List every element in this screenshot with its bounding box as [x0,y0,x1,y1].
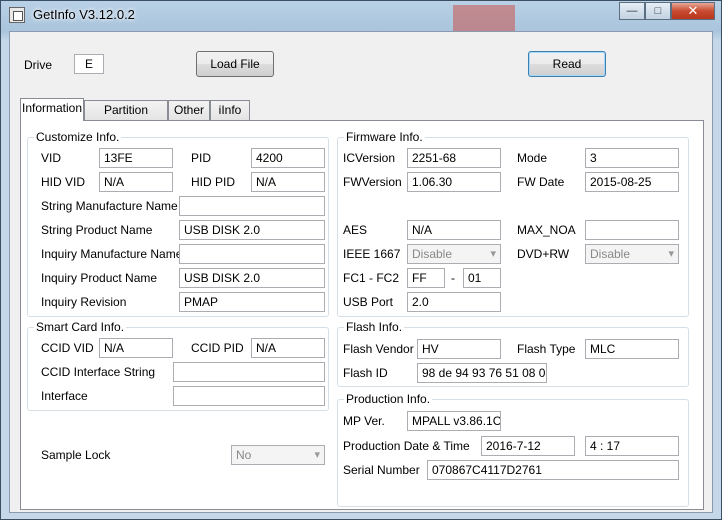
tab-partition-setting[interactable]: Partition setting [84,100,168,135]
string-product-field[interactable]: USB DISK 2.0 [179,220,325,240]
hid-vid-field[interactable]: N/A [99,172,173,192]
load-file-button[interactable]: Load File [196,51,274,77]
ccid-pid-field[interactable]: N/A [251,338,325,358]
string-manufacture-label: String Manufacture Name [41,199,178,213]
dvd-rw-label: DVD+RW [517,247,570,261]
ccid-interface-string-label: CCID Interface String [41,365,156,379]
firmware-info-title: Firmware Info. [344,130,425,144]
tab-information[interactable]: Information [20,98,84,121]
interface-label: Interface [41,389,88,403]
drive-field[interactable]: E [74,54,104,74]
mp-ver-label: MP Ver. [343,414,385,428]
pid-field[interactable]: 4200 [251,148,325,168]
hid-vid-label: HID VID [41,175,86,189]
string-product-label: String Product Name [41,223,153,237]
icversion-field[interactable]: 2251-68 [407,148,501,168]
inquiry-revision-label: Inquiry Revision [41,295,127,309]
ieee-1667-select[interactable]: Disable [407,244,501,264]
string-manufacture-field[interactable] [179,196,325,216]
mode-label: Mode [517,151,548,165]
window-title: GetInfo V3.12.0.2 [33,7,135,22]
sample-lock-select[interactable]: No [231,445,325,465]
fc1-fc2-label: FC1 - FC2 [343,271,400,285]
background-window-fragment [453,5,515,31]
flash-vendor-label: Flash Vendor [343,342,414,356]
interface-field[interactable] [173,386,325,406]
flash-info-title: Flash Info. [344,320,405,334]
mp-ver-field[interactable]: MPALL v3.86.1C [407,411,501,431]
information-panel: Customize Info. VID 13FE PID 4200 HID VI… [20,120,704,510]
customize-info-title: Customize Info. [34,130,122,144]
production-date-time-label: Production Date & Time [343,439,470,453]
production-time-field[interactable]: 4 : 17 [585,436,679,456]
usb-port-label: USB Port [343,295,394,309]
max-noa-label: MAX_NOA [517,223,576,237]
fw-date-field[interactable]: 2015-08-25 [585,172,679,192]
inquiry-product-label: Inquiry Product Name [41,271,158,285]
hid-pid-field[interactable]: N/A [251,172,325,192]
client-area: Drive E Load File Read Information Parti… [9,31,713,513]
fc1-field[interactable]: FF [407,268,445,288]
flash-id-label: Flash ID [343,366,388,380]
usb-port-field[interactable]: 2.0 [407,292,501,312]
app-window: GetInfo V3.12.0.2 — □ ✕ Drive E Load Fil… [0,0,722,520]
pid-label: PID [191,151,212,165]
hid-pid-label: HID PID [191,175,236,189]
serial-number-field[interactable]: 070867C4117D2761 [427,460,679,480]
max-noa-field[interactable] [585,220,679,240]
inquiry-revision-field[interactable]: PMAP [179,292,325,312]
close-button[interactable]: ✕ [671,2,715,20]
ieee-1667-label: IEEE 1667 [343,247,401,261]
inquiry-product-field[interactable]: USB DISK 2.0 [179,268,325,288]
aes-label: AES [343,223,368,237]
ccid-vid-label: CCID VID [41,341,94,355]
smart-card-info-title: Smart Card Info. [34,320,127,334]
sample-lock-label: Sample Lock [41,448,111,462]
vid-field[interactable]: 13FE [99,148,173,168]
aes-field[interactable]: N/A [407,220,501,240]
fc2-field[interactable]: 01 [463,268,501,288]
mode-field[interactable]: 3 [585,148,679,168]
fwversion-label: FWVersion [343,175,402,189]
production-date-field[interactable]: 2016-7-12 [481,436,575,456]
serial-number-label: Serial Number [343,463,420,477]
inquiry-manufacture-field[interactable] [179,244,325,264]
title-bar[interactable]: GetInfo V3.12.0.2 — □ ✕ [1,1,721,31]
fw-date-label: FW Date [517,175,565,189]
app-icon [9,7,25,23]
flash-id-field[interactable]: 98 de 94 93 76 51 08 00 [417,363,547,383]
vid-label: VID [41,151,62,165]
read-button[interactable]: Read [528,51,606,77]
production-info-title: Production Info. [344,392,433,406]
flash-type-field[interactable]: MLC [585,339,679,359]
ccid-vid-field[interactable]: N/A [99,338,173,358]
inquiry-manufacture-label: Inquiry Manufacture Name [41,247,183,261]
ccid-interface-string-field[interactable] [173,362,325,382]
maximize-button[interactable]: □ [645,2,671,20]
window-controls: — □ ✕ [619,2,715,20]
fwversion-field[interactable]: 1.06.30 [407,172,501,192]
flash-vendor-field[interactable]: HV [417,339,501,359]
icversion-label: ICVersion [343,151,396,165]
dvd-rw-select[interactable]: Disable [585,244,679,264]
drive-label: Drive [24,58,53,72]
minimize-button[interactable]: — [619,2,645,20]
flash-type-label: Flash Type [517,342,576,356]
fc-separator: - [451,271,455,285]
tab-other[interactable]: Other [168,100,210,120]
ccid-pid-label: CCID PID [191,341,244,355]
tab-iinfo[interactable]: iInfo [210,100,250,120]
